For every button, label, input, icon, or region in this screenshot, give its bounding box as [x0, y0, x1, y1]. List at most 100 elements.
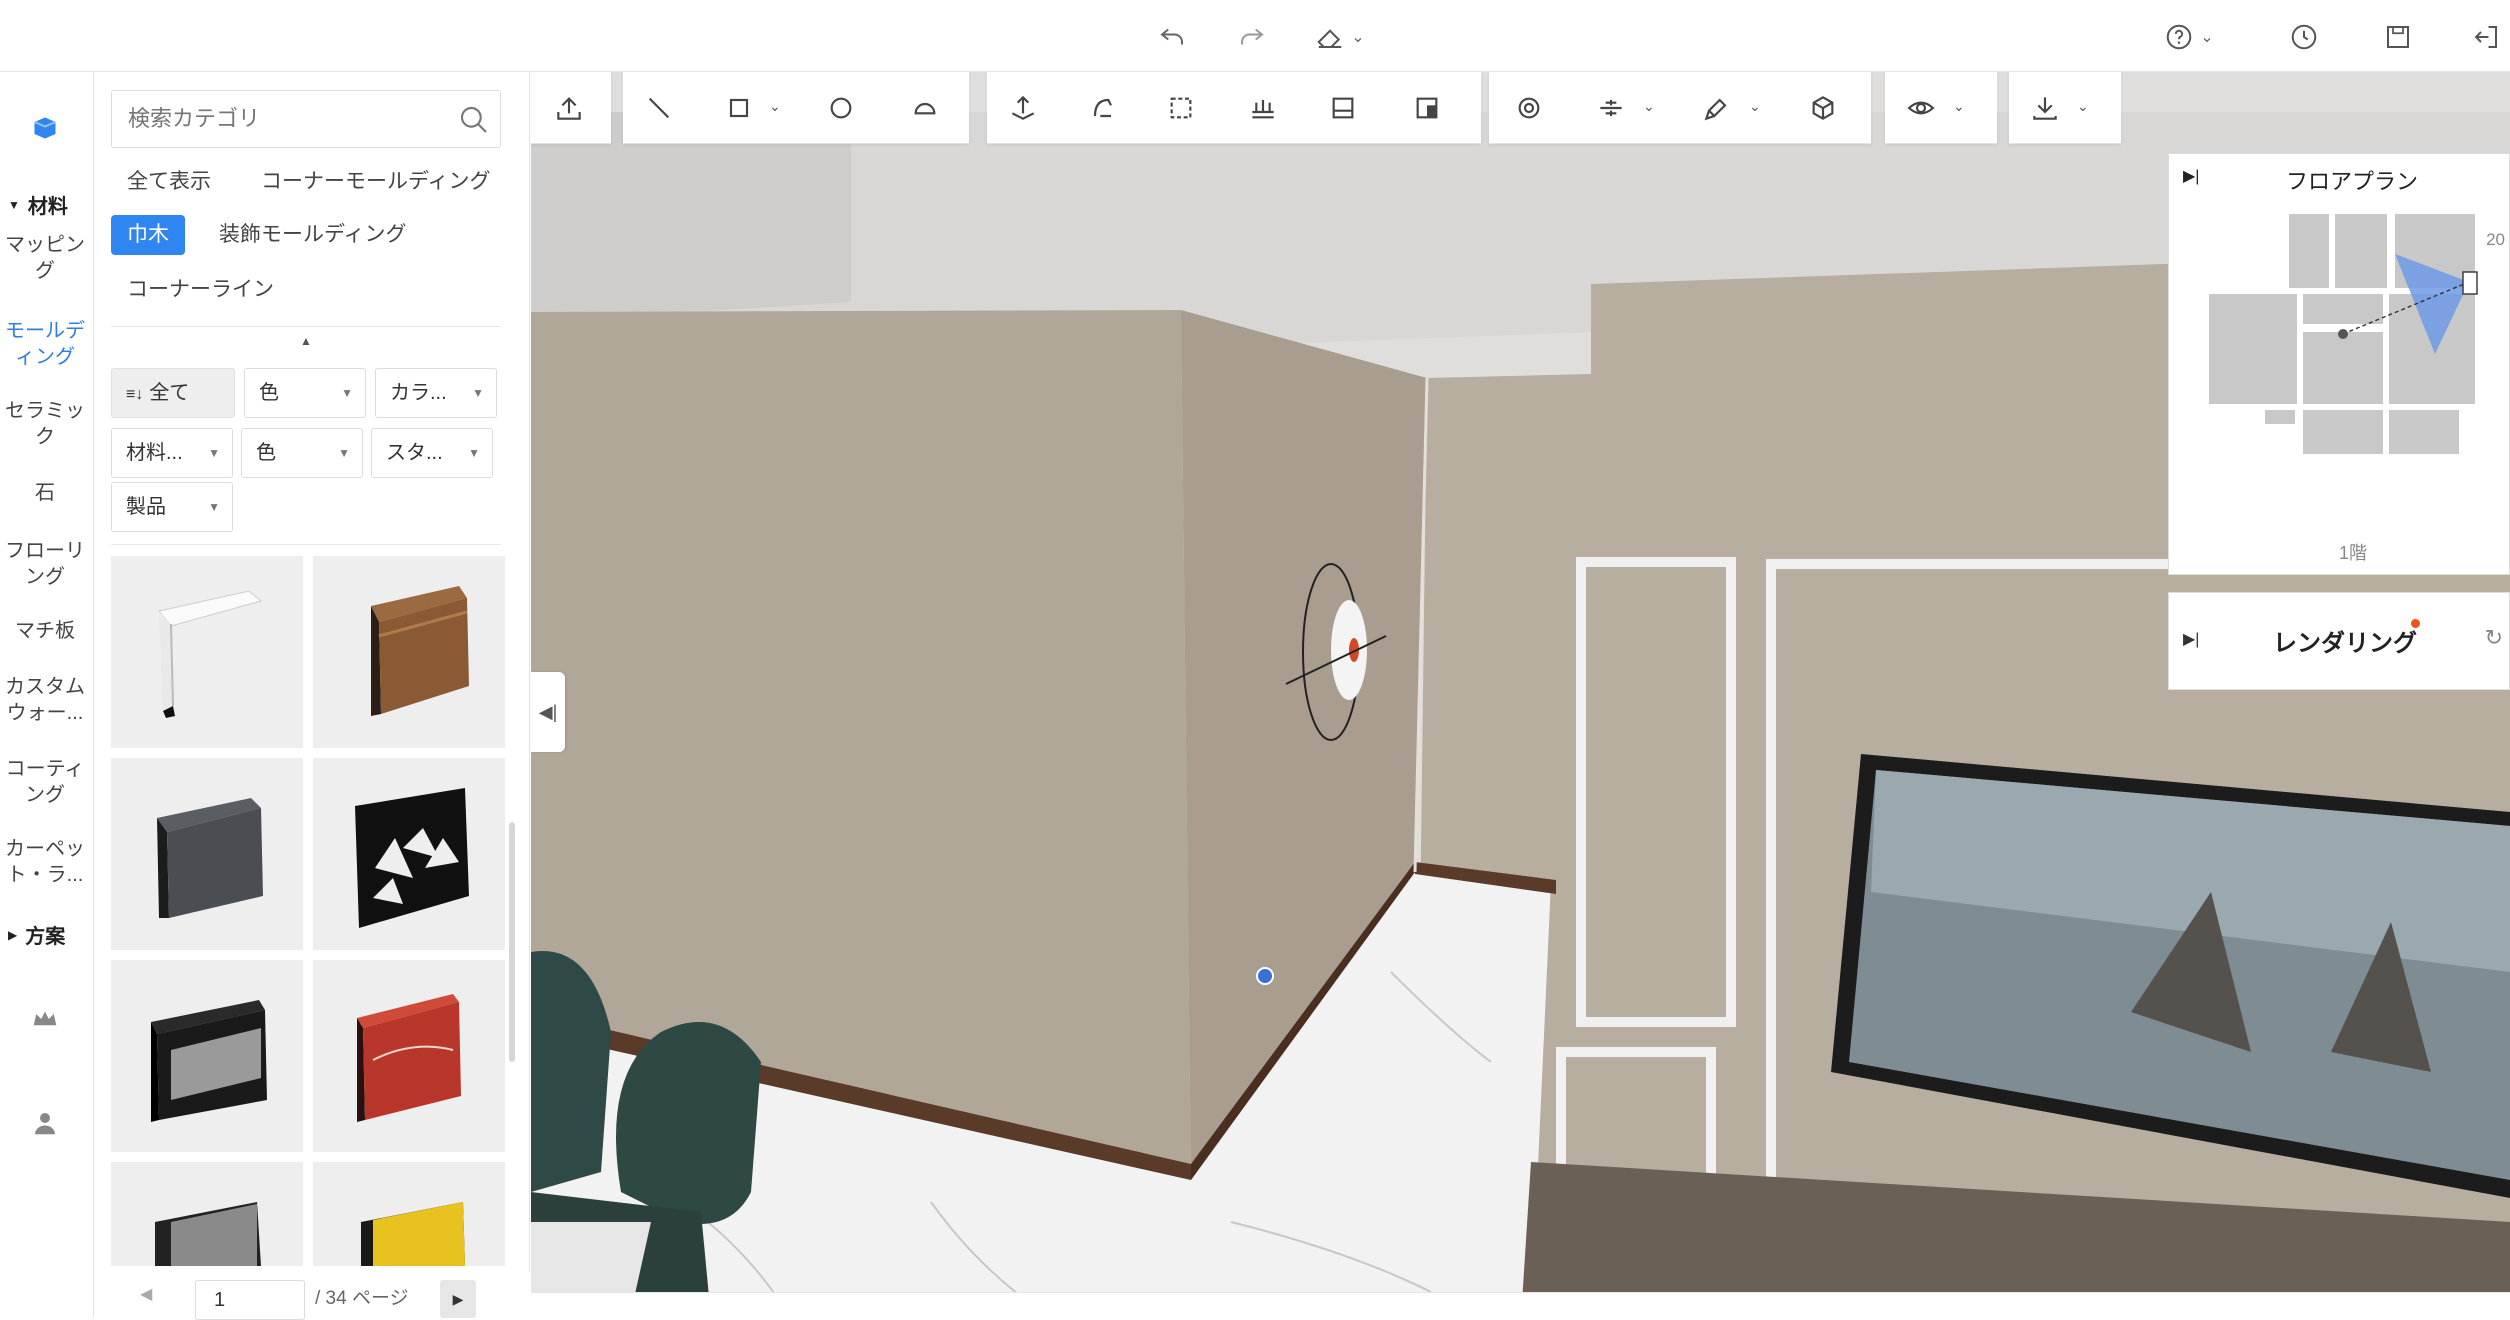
chevron-down-icon[interactable]: ⌄: [1953, 98, 1965, 115]
category-all[interactable]: 全て表示: [111, 162, 227, 202]
floorplan-map[interactable]: [2209, 214, 2489, 474]
frame-tool[interactable]: [1159, 86, 1203, 130]
history-icon: [2291, 24, 2317, 50]
rendering-panel[interactable]: ▶| レンダリング ↻: [2168, 592, 2510, 690]
line-tool[interactable]: [637, 86, 681, 130]
top-bar: ⌄ ⌄: [0, 0, 2510, 72]
rail-section-materials[interactable]: ▼ 材料: [8, 190, 68, 219]
rail-item-stone[interactable]: 石: [0, 480, 90, 506]
refresh-icon[interactable]: ↻: [2485, 625, 2503, 651]
circle-tool[interactable]: [819, 86, 863, 130]
sweep-icon: [1093, 98, 1112, 118]
circle-icon: [830, 97, 852, 119]
undo-button[interactable]: [1150, 18, 1194, 56]
app-logo[interactable]: [27, 110, 63, 146]
user-button[interactable]: [30, 1108, 60, 1138]
color-filter-2[interactable]: 色 ▼: [241, 428, 363, 478]
collapse-categories-icon[interactable]: ▲: [300, 334, 312, 348]
save-button[interactable]: [2376, 18, 2420, 56]
category-baseboard[interactable]: 巾木: [111, 215, 185, 255]
next-page-button[interactable]: ▶: [440, 1280, 476, 1318]
filter-label: 材料...: [126, 442, 183, 464]
rail-item-board[interactable]: マチ板: [0, 618, 90, 644]
style-filter[interactable]: スタ... ▼: [371, 428, 493, 478]
collapse-left-icon: ◀|: [538, 701, 558, 722]
yellow-baseboard-image: [361, 1202, 465, 1266]
rail-item-custom-wall[interactable]: カスタムウォー...: [0, 674, 90, 726]
floor-label[interactable]: 1階: [2339, 539, 2367, 565]
history-button[interactable]: [2282, 18, 2326, 56]
product-thumb-gray-baseboard[interactable]: [111, 758, 303, 950]
prev-page-button[interactable]: ◀: [140, 1284, 152, 1304]
view-button[interactable]: [1899, 86, 1943, 130]
color-scheme-filter[interactable]: カラ... ▼: [375, 368, 497, 418]
product-thumb-yellow-baseboard[interactable]: [313, 1162, 505, 1266]
arc-tool[interactable]: [903, 86, 947, 130]
material-filter[interactable]: 材料... ▼: [111, 428, 233, 478]
dropdown-arrow-icon: ▼: [468, 446, 480, 460]
push-pull-tool[interactable]: [1001, 86, 1045, 130]
product-filter[interactable]: 製品 ▼: [111, 482, 233, 532]
color-filter[interactable]: 色 ▼: [244, 368, 366, 418]
panel-scrollbar[interactable]: [509, 822, 515, 1062]
crown-icon: [33, 1011, 57, 1026]
download-button[interactable]: [2023, 86, 2067, 130]
status-bar: [531, 1292, 2510, 1318]
divider: [111, 326, 501, 327]
page-input[interactable]: 1: [195, 1280, 305, 1320]
rail-item-flooring[interactable]: フローリング: [0, 538, 90, 590]
category-corner-line[interactable]: コーナーライン: [111, 270, 290, 310]
category-decorative-molding[interactable]: 装飾モールディング: [203, 215, 423, 255]
model-tool[interactable]: [1801, 86, 1845, 130]
rail-item-ceramic[interactable]: セラミック: [0, 398, 90, 450]
dropdown-arrow-icon: ▼: [338, 446, 350, 460]
rail-section-plans[interactable]: ▶ 方案: [8, 920, 65, 949]
search-input[interactable]: [128, 103, 448, 135]
search-icon[interactable]: [458, 104, 490, 136]
import-button[interactable]: [547, 86, 591, 130]
sweep-tool[interactable]: [1081, 86, 1125, 130]
product-thumb-red-marble[interactable]: [313, 960, 505, 1152]
paint-tool[interactable]: [1695, 86, 1739, 130]
chevron-down-icon[interactable]: ⌄: [769, 98, 781, 115]
caret-right-icon: ▶: [8, 927, 18, 942]
user-icon: [35, 1113, 55, 1135]
expand-rendering-button[interactable]: ▶|: [2183, 629, 2199, 649]
product-thumb-geometric-panel[interactable]: [313, 758, 505, 950]
product-thumb-studded-baseboard[interactable]: [111, 960, 303, 1152]
spiral-tool[interactable]: [1507, 86, 1551, 130]
upload-icon: [557, 97, 581, 120]
panel-tool[interactable]: [1321, 86, 1365, 130]
chevron-down-icon[interactable]: ⌄: [1643, 98, 1655, 115]
tool-group-edit: [987, 72, 1481, 144]
save-icon: [2387, 26, 2409, 48]
rect-tool[interactable]: [717, 86, 761, 130]
sort-filter[interactable]: ≡↓ 全て: [111, 368, 235, 418]
align-icon: [1600, 100, 1622, 116]
eraser-button[interactable]: ⌄: [1310, 18, 1370, 56]
rail-item-carpet[interactable]: カーペット・ラ...: [0, 836, 90, 888]
collapse-floorplan-button[interactable]: ▶|: [2183, 166, 2199, 186]
arc-icon: [914, 102, 936, 115]
chevron-down-icon[interactable]: ⌄: [2077, 98, 2089, 115]
collapse-panel-button[interactable]: ◀|: [531, 672, 565, 752]
help-icon: [2167, 24, 2192, 50]
tool-group-draw: ⌄: [623, 72, 969, 144]
chevron-down-icon[interactable]: ⌄: [1749, 98, 1761, 115]
help-button[interactable]: ⌄: [2158, 18, 2220, 56]
align-tool[interactable]: [1589, 86, 1633, 130]
product-thumb-white-baseboard[interactable]: [111, 556, 303, 748]
array-tool[interactable]: [1241, 86, 1285, 130]
exit-button[interactable]: [2466, 18, 2506, 56]
rail-item-coating[interactable]: コーティング: [0, 756, 90, 808]
product-thumb-wood-baseboard[interactable]: [313, 556, 505, 748]
rail-item-molding[interactable]: モールディング: [0, 318, 90, 370]
rail-section-label: 方案: [25, 926, 66, 948]
category-corner-molding[interactable]: コーナーモールディング: [245, 162, 507, 202]
notification-dot: [2411, 619, 2420, 628]
redo-button[interactable]: [1230, 18, 1274, 56]
rail-item-mapping[interactable]: マッピング: [0, 232, 90, 284]
product-thumb-black-baseboard[interactable]: [111, 1162, 303, 1266]
split-tool[interactable]: [1405, 86, 1449, 130]
crown-button[interactable]: [30, 1004, 60, 1034]
